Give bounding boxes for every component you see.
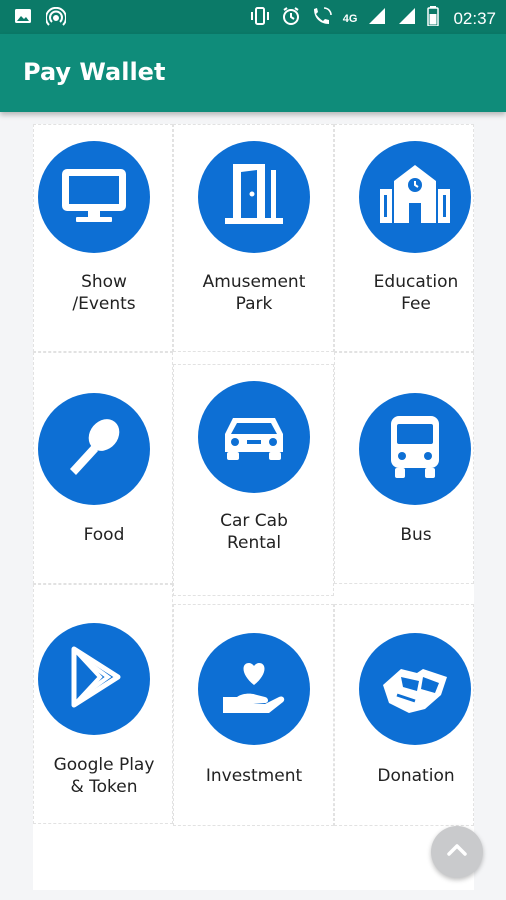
service-tile-google-play-token[interactable]: Google Play & Token [33,584,173,824]
service-tile-car-cab-rental[interactable]: Car Cab Rental [173,364,334,596]
service-icon-circle [198,633,310,745]
school-icon [378,163,452,232]
service-icon-circle [359,393,471,505]
vibrate-icon [249,6,271,31]
handshake-icon [379,655,451,724]
service-icon-circle [38,141,150,253]
wifi-calling-icon [311,6,333,31]
door-icon [219,160,289,235]
signal-icon [367,6,387,31]
chevron-up-icon [444,837,470,868]
service-tile-show-events[interactable]: Show /Events [33,124,173,352]
monitor-icon [58,165,130,230]
status-bar: 4G 02:37 [0,0,506,34]
service-icon-circle [198,141,310,253]
alarm-icon [281,6,301,31]
services-grid: Show /Events Amusement Park Education Fe… [33,124,474,890]
service-tile-education-fee[interactable]: Education Fee [334,124,474,352]
service-label: Food [83,525,125,545]
service-tile-investment[interactable]: Investment [173,604,334,826]
service-tile-amusement-park[interactable]: Amusement Park [173,124,334,352]
service-tile-food[interactable]: Food [33,352,173,584]
service-label: Car Cab Rental [220,511,288,553]
heart-hand-icon [219,655,289,724]
service-label: Donation [377,766,455,786]
play-store-icon [64,645,124,714]
service-icon-circle [38,623,150,735]
service-tile-donation[interactable]: Donation [334,604,474,826]
service-icon-circle [198,381,310,493]
spoon-icon [62,415,126,484]
service-label: Show /Events [72,272,136,314]
image-icon [14,7,32,32]
battery-icon [427,6,440,31]
app-title: Pay Wallet [23,58,166,86]
service-label: Google Play & Token [53,755,155,797]
bus-icon [383,412,447,487]
service-icon-circle [359,633,471,745]
hotspot-icon [45,6,67,32]
signal-icon-2 [397,6,417,31]
app-bar: Pay Wallet [0,34,506,112]
service-label: Amusement Park [202,272,306,314]
scroll-top-button[interactable] [431,826,483,878]
service-label: Investment [205,766,303,786]
service-tile-bus[interactable]: Bus [334,352,474,584]
car-icon [219,408,289,467]
service-icon-circle [359,141,471,253]
service-label: Bus [400,525,432,545]
status-time: 02:37 [453,8,496,28]
network-type-label: 4G [342,12,358,25]
service-icon-circle [38,393,150,505]
service-label: Education Fee [373,272,459,314]
